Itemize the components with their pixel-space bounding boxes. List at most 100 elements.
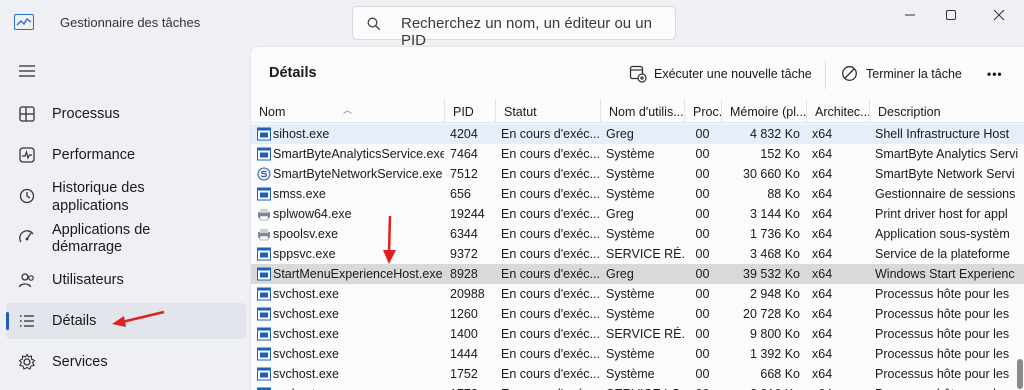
process-memory: 20 728 Ko [743,307,800,321]
process-status: En cours d'exéc... [501,327,600,341]
process-name: SmartByteNetworkService.exe [273,167,443,181]
column-header-memory[interactable]: Mémoire (pl... [721,99,806,123]
process-architecture: x64 [806,384,869,390]
column-header-cpu[interactable]: Proc... [684,99,721,123]
table-row[interactable]: StartMenuExperienceHost.exe 8928 En cours … [251,264,1024,284]
process-name: svchost.exe [273,287,340,301]
search-box[interactable]: Recherchez un nom, un éditeur ou un PID [352,6,676,49]
search-input[interactable]: Recherchez un nom, un éditeur ou un PID [401,15,675,49]
process-description: Print driver host for appl [875,207,1008,221]
process-pid: 1444 [450,347,478,361]
column-header-architecture[interactable]: Architec... [806,99,869,123]
table-row[interactable]: svchost.exe 1260 En cours d'exéc... Système… [251,304,1024,324]
sidebar-item-performance[interactable]: Performance [6,139,246,171]
column-header-pid[interactable]: PID [444,99,495,123]
minimize-button[interactable] [895,8,925,28]
close-button[interactable] [984,8,1014,28]
process-description: SmartByte Analytics Servi [875,147,1019,161]
process-status: En cours d'exéc... [501,367,600,381]
process-description: Processus hôte pour les [875,307,1010,321]
table-row[interactable]: svchost.exe 1752 En cours d'exéc... Système… [251,364,1024,384]
run-new-task-icon [629,65,647,83]
title-bar: Gestionnaire des tâches Recherchez un no… [0,0,1024,49]
run-new-task-button[interactable]: Exécuter une nouvelle tâche [629,63,815,87]
page-title: Détails [269,65,317,81]
column-header-description[interactable]: Description [869,99,1024,123]
end-task-button[interactable]: Terminer la tâche [841,63,971,87]
process-memory: 9 800 Ko [749,327,800,341]
minimize-icon [905,14,915,16]
more-options-button[interactable]: ••• [987,63,1011,87]
services-icon [18,353,36,370]
table-row[interactable]: sppsvc.exe 9372 En cours d'exéc... SERVICE … [251,244,1024,264]
table-row[interactable]: svchost.exe1772En cours d'exéc...SERVICE… [251,384,1024,390]
process-description: Processus hôte pour les [875,327,1010,341]
process-memory: 668 Ko [760,367,800,381]
process-name: sihost.exe [273,127,330,141]
process-user: Greg [606,207,634,221]
process-cpu: 00 [695,267,710,281]
run-new-task-label: Exécuter une nouvelle tâche [654,67,812,81]
process-user: Greg [606,267,634,281]
sidebar-item-services[interactable]: Services [6,346,246,378]
process-memory: 4 832 Ko [749,127,800,141]
process-description: Processus hôte pour les [869,384,1024,390]
process-user: SERVICE LO... [600,384,684,390]
process-status: En cours d'exéc... [501,187,600,201]
column-header-status[interactable]: Statut [495,99,600,123]
process-memory: 3 468 Ko [749,247,800,261]
table-row[interactable]: svchost.exe 1400 En cours d'exéc... SERVICE… [251,324,1024,344]
process-user: Système [606,307,655,321]
process-user: SERVICE RÉ... [606,327,684,341]
process-name: svchost.exe [273,367,340,381]
sidebar-item-utilisateurs[interactable]: Utilisateurs [6,264,246,296]
process-pid: 4204 [450,127,478,141]
process-architecture: x64 [812,147,833,161]
sidebar-item-startup-apps[interactable]: Applications de démarrage [6,216,246,258]
process-pid: 7464 [450,147,478,161]
process-memory: 30 660 Ko [743,167,800,181]
process-cpu: 00 [684,384,721,390]
maximize-button[interactable] [936,8,966,28]
process-user: Système [606,167,655,181]
process-memory: 3 144 Ko [749,207,800,221]
process-description: Shell Infrastructure Host [875,127,1010,141]
table-row[interactable]: SmartByteNetworkService.exe 7512 En cours … [251,164,1024,184]
process-cpu: 00 [695,287,710,301]
maximize-icon [946,10,956,20]
table-row[interactable]: splwow64.exe 19244 En cours d'exéc... Greg 0… [251,204,1024,224]
users-icon [18,273,34,288]
table-row[interactable]: smss.exe 656 En cours d'exéc... Système 00 88… [251,184,1024,204]
process-status: En cours d'exéc... [501,287,600,301]
sidebar-item-processus[interactable]: Processus [6,98,246,130]
process-pid: 20988 [450,287,485,301]
sidebar-item-label-line1: Historique des [52,180,145,196]
column-header-name[interactable]: Nom ︿ [251,99,444,123]
process-architecture: x64 [812,267,833,281]
process-pid: 7512 [450,167,478,181]
hamburger-menu-button[interactable] [18,64,36,81]
process-user: SERVICE RÉ... [606,247,684,261]
table-row[interactable]: sihost.exe 4204 En cours d'exéc... Greg 00 4 … [251,124,1024,144]
process-status: En cours d'exéc... [501,127,600,141]
vertical-scrollbar[interactable] [1017,359,1023,389]
process-user: Système [606,147,655,161]
process-status: En cours d'exéc... [501,147,600,161]
process-status: En cours d'exéc... [501,227,600,241]
table-row[interactable]: SmartByteAnalyticsService.exe 7464 En cour… [251,144,1024,164]
table-row[interactable]: svchost.exe 20988 En cours d'exéc... Systèm… [251,284,1024,304]
window-title: Gestionnaire des tâches [60,15,201,30]
sidebar-item-label: Processus [52,106,120,122]
process-architecture: x64 [812,287,833,301]
sidebar: Processus Performance Historique des app… [0,46,250,390]
column-header-username[interactable]: Nom d'utilis... [600,99,684,123]
sidebar-item-app-history[interactable]: Historique des applications [6,174,246,218]
table-row[interactable]: spoolsv.exe 6344 En cours d'exéc... Système… [251,224,1024,244]
process-architecture: x64 [812,207,833,221]
close-icon [993,9,1005,21]
process-name: svchost.exe [251,384,444,390]
process-memory: 39 532 Ko [743,267,800,281]
process-status: En cours d'exéc... [501,347,600,361]
process-description: Service de la plateforme [875,247,1010,261]
table-row[interactable]: svchost.exe 1444 En cours d'exéc... Système… [251,344,1024,364]
